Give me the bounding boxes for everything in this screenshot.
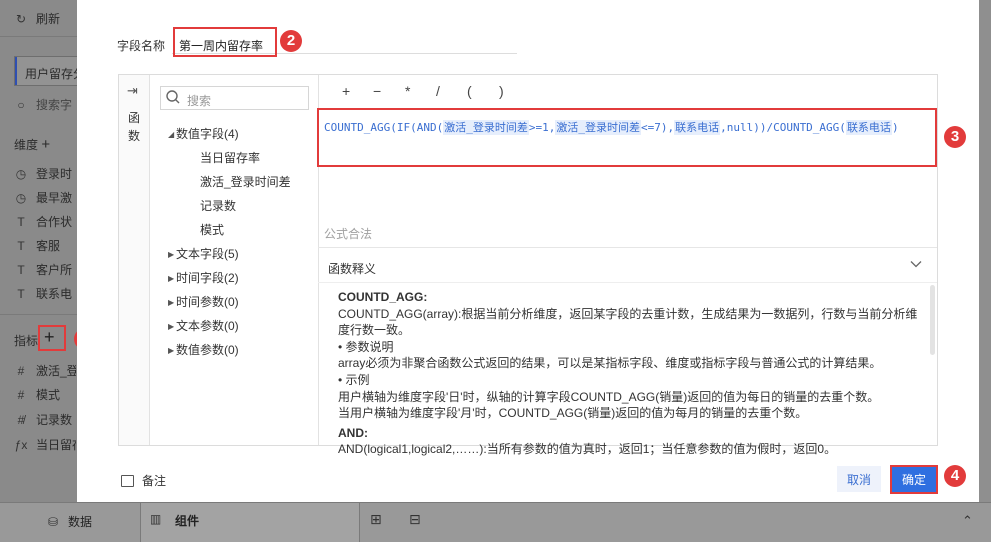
background-bottom-bar: ⛁ 数据 ▥ 组件 ⊞ ⊟ ⌃	[0, 502, 991, 542]
metric-item[interactable]: #̸ 记录数	[14, 411, 76, 428]
sidebar-tab-user-retention[interactable]: 用户留存分	[14, 56, 85, 86]
text-type-icon: T	[17, 215, 25, 229]
add-dimension-icon[interactable]: +	[41, 136, 50, 153]
dimension-item[interactable]: T 客服	[14, 237, 76, 254]
caret-right-icon: ▶	[168, 250, 175, 259]
background-right-edge	[979, 0, 991, 502]
step-badge-4: 4	[944, 465, 966, 487]
clock-icon: ◷	[15, 167, 27, 181]
operator-plus-button[interactable]: +	[342, 83, 350, 99]
tree-group-time-param[interactable]: ▶ 时间参数(0)	[168, 293, 239, 310]
bottom-data-tab[interactable]: ⛁ 数据	[46, 513, 92, 530]
operator-open-paren-button[interactable]: (	[467, 83, 472, 99]
text-type-icon: T	[17, 239, 25, 253]
tree-field-item[interactable]: 当日留存率	[200, 149, 260, 166]
caret-right-icon: ▶	[168, 346, 175, 355]
calculated-field-dialog: 字段名称 第一周内留存率 2 ⇥ 函 数 搜索 ◢ 数值字段(4) 当日留存率 激…	[77, 0, 979, 502]
chart-icon: ▥	[150, 512, 162, 526]
tree-group-numeric[interactable]: ◢ 数值字段(4)	[168, 125, 239, 142]
operator-minus-button[interactable]: −	[373, 83, 381, 99]
chevron-down-icon[interactable]	[909, 257, 923, 271]
expand-arrow-icon: ⇥	[127, 83, 138, 98]
caret-right-icon: ▶	[168, 274, 175, 283]
step-badge-3: 3	[944, 126, 966, 148]
confirm-highlight	[890, 465, 938, 494]
text-type-icon: T	[17, 263, 25, 277]
tree-group-text[interactable]: ▶ 文本字段(5)	[168, 245, 239, 262]
caret-right-icon: ▶	[168, 298, 175, 307]
formula-status: 公式合法	[324, 227, 373, 241]
caret-right-icon: ▶	[168, 322, 175, 331]
formula-icon: ƒx	[14, 438, 28, 452]
tree-field-item[interactable]: 模式	[200, 221, 224, 238]
tree-field-item[interactable]: 记录数	[200, 197, 236, 214]
dimension-item[interactable]: ◷ 登录时	[14, 165, 76, 182]
database-icon: ⛁	[47, 515, 59, 529]
field-tree-panel: 搜索 ◢ 数值字段(4) 当日留存率 激活_登录时间差 记录数 模式 ▶ 文本字段(…	[150, 75, 319, 445]
search-icon	[166, 90, 180, 104]
dimension-item[interactable]: T 客户所	[14, 261, 76, 278]
refresh-icon: ↻	[15, 12, 27, 26]
operator-toolbar: + − * / ( )	[319, 75, 937, 107]
dimension-header: 维度 +	[14, 136, 51, 153]
definition-scrollbar[interactable]	[930, 285, 935, 355]
dimension-item[interactable]: T 合作状	[14, 213, 76, 230]
operator-multiply-button[interactable]: *	[405, 83, 410, 99]
tree-group-text-param[interactable]: ▶ 文本参数(0)	[168, 317, 239, 334]
dimension-item[interactable]: ◷ 最早激	[14, 189, 76, 206]
metric-item[interactable]: # 激活_登	[14, 362, 76, 379]
number-type-icon: #	[17, 388, 25, 402]
step-badge-2: 2	[280, 30, 302, 52]
bottom-component-tab[interactable]: ▥ 组件	[140, 503, 360, 542]
dimension-item[interactable]: T 联系电	[14, 285, 76, 302]
tree-field-item[interactable]: 激活_登录时间差	[200, 173, 291, 190]
caret-down-icon: ◢	[168, 130, 175, 139]
add-chart-icon[interactable]: ⊞	[370, 511, 382, 528]
metric-item[interactable]: ƒx当日留存	[14, 436, 76, 453]
clock-icon: ◷	[15, 191, 27, 205]
operator-divide-button[interactable]: /	[436, 83, 440, 99]
cancel-button[interactable]: 取消	[837, 466, 881, 492]
metric-item[interactable]: # 模式	[14, 386, 76, 403]
tree-group-numeric-param[interactable]: ▶ 数值参数(0)	[168, 341, 239, 358]
field-name-label: 字段名称	[117, 39, 166, 53]
note-icon	[121, 475, 134, 487]
function-definition-header[interactable]: 函数释义	[318, 247, 937, 283]
number-type-icon: #	[17, 364, 25, 378]
add-dashboard-icon[interactable]: ⊟	[409, 511, 421, 528]
add-metric-button[interactable]: +	[44, 327, 55, 348]
note-button[interactable]: 备注	[121, 472, 166, 489]
refresh-button[interactable]: ↻ 刷新	[14, 10, 76, 27]
tree-group-time[interactable]: ▶ 时间字段(2)	[168, 269, 239, 286]
field-name-highlight	[173, 27, 277, 57]
function-definition-content: COUNTD_AGG: COUNTD_AGG(array):根据当前分析维度，返…	[338, 290, 918, 457]
formula-highlight	[317, 108, 937, 167]
search-icon: ○	[17, 98, 25, 112]
calculated-number-icon: #̸	[17, 413, 25, 427]
collapse-up-icon[interactable]: ⌃	[962, 513, 973, 529]
text-type-icon: T	[17, 287, 25, 301]
tree-search-input[interactable]: 搜索	[160, 86, 309, 110]
background-sidebar: ↻ 刷新 用户留存分 ○ 搜索字 维度 + ◷ 登录时 ◷ 最早激 T 合作状 T 客服 T…	[0, 0, 85, 502]
sidebar-search[interactable]: ○ 搜索字	[14, 96, 76, 113]
function-side-tab[interactable]: ⇥ 函 数	[119, 75, 150, 445]
operator-close-paren-button[interactable]: )	[499, 83, 504, 99]
